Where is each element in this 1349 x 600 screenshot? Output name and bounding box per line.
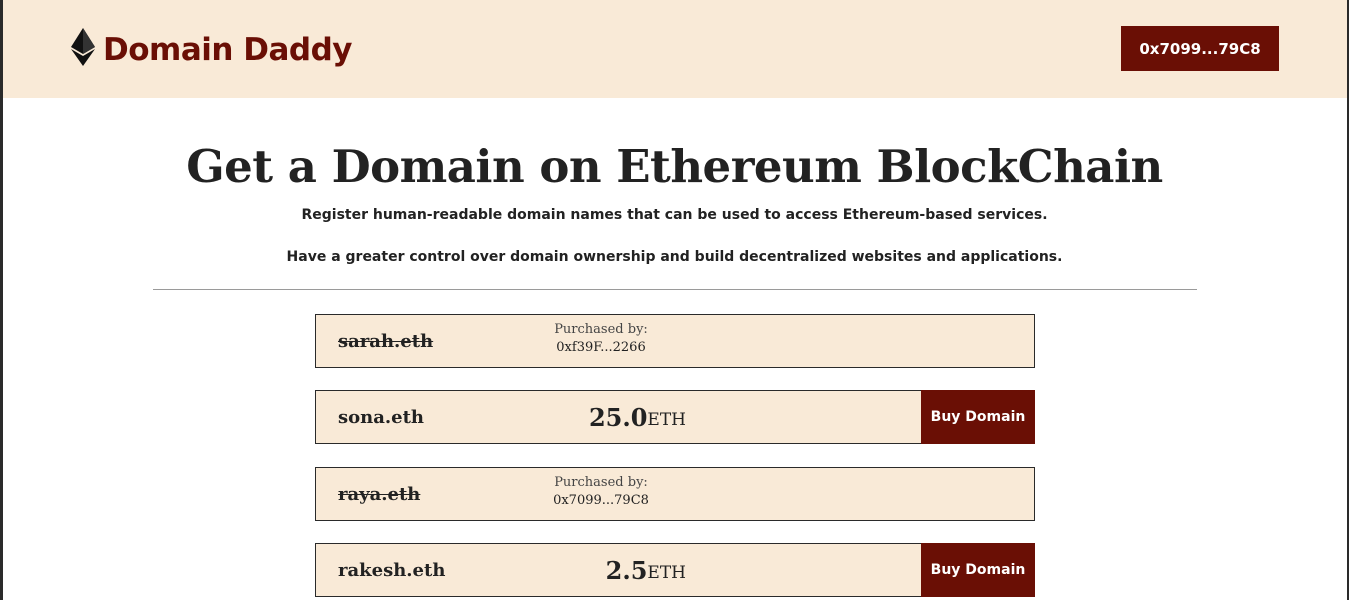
owner-address: 0x7099...79C8: [553, 493, 649, 508]
domain-name: sarah.eth: [338, 330, 434, 352]
price-unit: ETH: [647, 562, 686, 583]
owner-label: Purchased by:: [554, 322, 648, 337]
domain-card: raya.eth Purchased by: 0x7099...79C8: [315, 467, 1035, 521]
price-unit: ETH: [647, 409, 686, 430]
logo[interactable]: Domain Daddy: [71, 28, 352, 71]
domain-name: raya.eth: [338, 483, 421, 505]
hero-subtitle-1: Register human-readable domain names tha…: [301, 207, 1048, 223]
domain-name: sona.eth: [338, 406, 425, 428]
site-header: Domain Daddy 0x7099...79C8: [3, 0, 1347, 98]
owner-info: Purchased by: 0x7099...79C8: [546, 475, 656, 508]
domain-name: rakesh.eth: [338, 559, 446, 581]
logo-text: Domain Daddy: [103, 31, 352, 68]
domain-card: rakesh.eth 2.5 ETH Buy Domain: [315, 543, 1035, 597]
owner-label: Purchased by:: [554, 475, 648, 490]
domain-price: 2.5 ETH: [606, 544, 686, 596]
domain-price: 25.0 ETH: [589, 391, 686, 443]
buy-domain-button[interactable]: Buy Domain: [921, 543, 1035, 597]
owner-address: 0xf39F...2266: [556, 340, 646, 355]
hero-subtitle-2: Have a greater control over domain owner…: [286, 249, 1063, 265]
buy-domain-button[interactable]: Buy Domain: [921, 390, 1035, 444]
ethereum-icon: [71, 28, 95, 71]
divider: [153, 289, 1197, 290]
page-title: Get a Domain on Ethereum BlockChain: [186, 140, 1163, 193]
price-value: 25.0: [588, 402, 648, 432]
price-value: 2.5: [605, 555, 648, 585]
wallet-address-button[interactable]: 0x7099...79C8: [1121, 26, 1279, 71]
domain-card: sarah.eth Purchased by: 0xf39F...2266: [315, 314, 1035, 368]
owner-info: Purchased by: 0xf39F...2266: [546, 322, 656, 355]
domain-card: sona.eth 25.0 ETH Buy Domain: [315, 390, 1035, 444]
